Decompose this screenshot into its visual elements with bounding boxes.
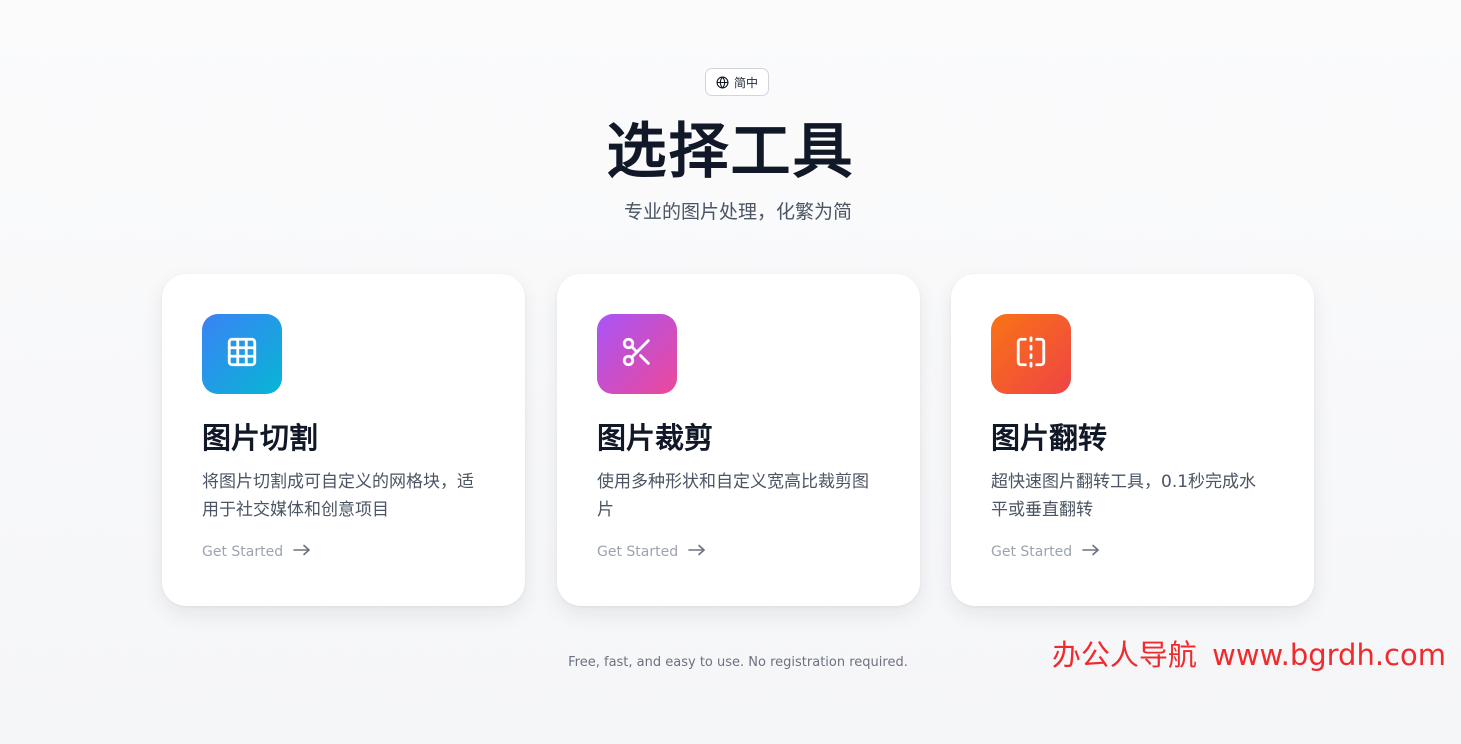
scissors-icon bbox=[620, 335, 654, 373]
tool-card-description: 超快速图片翻转工具，0.1秒完成水平或垂直翻转 bbox=[991, 472, 1257, 520]
tool-card-image-slice[interactable]: 图片切割 将图片切割成可自定义的网格块，适用于社交媒体和创意项目 Get Sta… bbox=[162, 274, 525, 606]
tool-card-description: 将图片切割成可自定义的网格块，适用于社交媒体和创意项目 bbox=[202, 472, 474, 520]
tool-card-title: 图片切割 bbox=[202, 421, 319, 455]
get-started-link[interactable]: Get Started bbox=[202, 544, 485, 560]
flip-horizontal-icon bbox=[1014, 335, 1048, 373]
language-switcher-button[interactable]: 简中 bbox=[705, 68, 769, 96]
language-label: 简中 bbox=[733, 75, 758, 90]
arrow-right-icon bbox=[688, 544, 706, 560]
get-started-label: Get Started bbox=[202, 544, 284, 560]
get-started-label: Get Started bbox=[597, 544, 679, 560]
globe-icon bbox=[716, 76, 729, 89]
tool-card-title: 图片裁剪 bbox=[597, 421, 714, 455]
watermark-text: 办公人导航 www.bgrdh.com bbox=[1051, 638, 1446, 672]
page-subtitle: 专业的图片处理，化繁为简 bbox=[623, 201, 852, 223]
grid-icon bbox=[225, 335, 259, 373]
tool-card-title: 图片翻转 bbox=[991, 421, 1108, 455]
page-title: 选择工具 bbox=[606, 117, 855, 187]
tool-icon-tile bbox=[597, 314, 677, 394]
arrow-right-icon bbox=[1082, 544, 1100, 560]
tool-card-description: 使用多种形状和自定义宽高比裁剪图片 bbox=[597, 472, 869, 520]
tool-icon-tile bbox=[202, 314, 282, 394]
get-started-label: Get Started bbox=[991, 544, 1073, 560]
tool-card-image-flip[interactable]: 图片翻转 超快速图片翻转工具，0.1秒完成水平或垂直翻转 Get Started bbox=[951, 274, 1314, 606]
get-started-link[interactable]: Get Started bbox=[991, 544, 1274, 560]
tool-card-image-crop[interactable]: 图片裁剪 使用多种形状和自定义宽高比裁剪图片 Get Started bbox=[557, 274, 920, 606]
tool-icon-tile bbox=[991, 314, 1071, 394]
get-started-link[interactable]: Get Started bbox=[597, 544, 880, 560]
arrow-right-icon bbox=[293, 544, 311, 560]
